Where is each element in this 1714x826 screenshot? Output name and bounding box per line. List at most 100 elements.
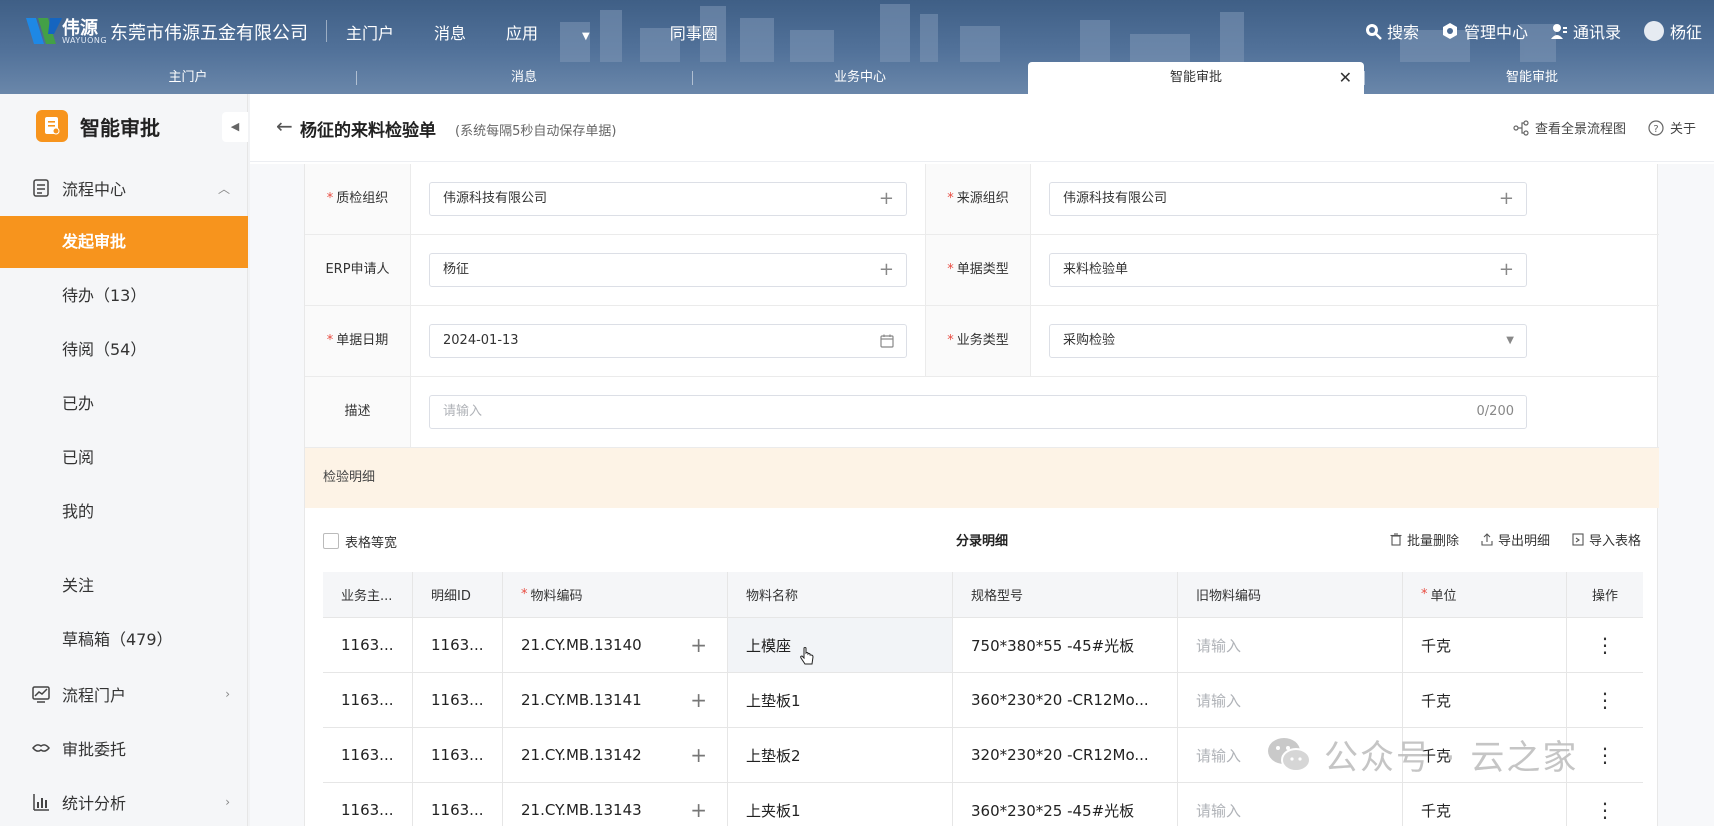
cell-id[interactable]: 1163... [413, 728, 503, 782]
plus-icon[interactable]: + [1499, 254, 1514, 286]
user-menu[interactable]: 杨征 [1643, 19, 1702, 43]
flow-chart-icon [1513, 119, 1529, 136]
form-row: * 质检组织 伟源科技有限公司 + * 来源组织 伟源科技有限公司 + [305, 164, 1659, 235]
sidebar-item-todo[interactable]: 待办（13） [0, 270, 248, 322]
calendar-icon[interactable] [880, 334, 894, 348]
cell-biz[interactable]: 1163... [323, 673, 413, 727]
cell-material-code[interactable]: 21.CY.MB.13142 + [503, 728, 728, 782]
cell-old-code-input[interactable]: 请输入 [1178, 618, 1403, 672]
plus-icon[interactable]: + [690, 743, 707, 767]
export-detail-button[interactable]: 导出明细 [1481, 530, 1550, 549]
cell-id[interactable]: 1163... [413, 673, 503, 727]
sidebar-item-done[interactable]: 已办 [0, 378, 248, 430]
sidebar-header: 智能审批 [36, 110, 160, 142]
source-org-field[interactable]: 伟源科技有限公司 + [1049, 182, 1527, 216]
column-header[interactable]: * 单位 [1403, 572, 1567, 617]
cell-old-code-input[interactable]: 请输入 [1178, 673, 1403, 727]
quality-org-field[interactable]: 伟源科技有限公司 + [429, 182, 907, 216]
description-label: 描述 [305, 377, 411, 447]
nav-home[interactable]: 主门户 [346, 20, 394, 44]
column-header[interactable]: 业务主... [323, 572, 413, 617]
company-name[interactable]: 东莞市伟源五金有限公司 [110, 19, 308, 45]
plus-icon[interactable]: + [1499, 183, 1514, 215]
column-header[interactable]: * 物料编码 [503, 572, 728, 617]
cell-material-name[interactable]: 上夹板1 [728, 783, 953, 826]
cell-material-code[interactable]: 21.CY.MB.13143 + [503, 783, 728, 826]
about-label: 关于 [1669, 122, 1696, 137]
more-vertical-icon[interactable]: ⋮ [1567, 673, 1643, 727]
close-icon[interactable]: ✕ [1339, 62, 1352, 94]
sidebar-item-start-approval[interactable]: 发起审批 [0, 216, 248, 268]
cell-id[interactable]: 1163... [413, 618, 503, 672]
cell-spec[interactable]: 360*230*25 -45#光板 [953, 783, 1178, 826]
cell-id[interactable]: 1163... [413, 783, 503, 826]
sidebar-title: 智能审批 [80, 115, 160, 140]
erp-applicant-field[interactable]: 杨征 + [429, 253, 907, 287]
nav-messages[interactable]: 消息 [434, 20, 466, 44]
cell-unit[interactable]: 千克 [1403, 783, 1567, 826]
plus-icon[interactable]: + [690, 688, 707, 712]
cell-text: 21.CY.MB.13140 [521, 636, 642, 654]
more-vertical-icon[interactable]: ⋮ [1567, 618, 1643, 672]
sidebar-item-drafts[interactable]: 草稿箱（479） [0, 614, 248, 666]
doc-type-field[interactable]: 来料检验单 + [1049, 253, 1527, 287]
column-header[interactable]: 规格型号 [953, 572, 1178, 617]
tab-smart-approval-active[interactable]: 智能审批 ✕ [1028, 62, 1364, 94]
cell-unit[interactable]: 千克 [1403, 618, 1567, 672]
plus-icon[interactable]: + [879, 183, 894, 215]
tab-home[interactable]: 主门户 [20, 62, 356, 94]
cell-biz[interactable]: 1163... [323, 618, 413, 672]
cell-spec[interactable]: 320*230*20 -CR12Mo... [953, 728, 1178, 782]
cell-unit[interactable]: 千克 [1403, 673, 1567, 727]
tab-business-center[interactable]: 业务中心 [692, 62, 1028, 94]
batch-delete-button[interactable]: 批量删除 [1390, 530, 1459, 549]
description-input[interactable]: 请输入 0/200 [429, 395, 1527, 429]
bar-chart-icon [33, 794, 49, 811]
sidebar-item-follow[interactable]: 关注 [0, 560, 248, 612]
contacts-button[interactable]: 通讯录 [1550, 19, 1621, 43]
plus-icon[interactable]: + [690, 798, 707, 822]
cell-spec[interactable]: 750*380*55 -45#光板 [953, 618, 1178, 672]
sidebar-group-stats[interactable]: 统计分析 › [0, 782, 248, 822]
batch-delete-label: 批量删除 [1406, 534, 1459, 549]
nav-colleagues[interactable]: 同事圈 [670, 20, 718, 44]
sidebar-group-delegate[interactable]: 审批委托 [0, 728, 248, 768]
sidebar-group-process-center[interactable]: 流程中心 ︿ [0, 168, 248, 208]
cell-material-code[interactable]: 21.CY.MB.13141 + [503, 673, 728, 727]
main-panel: ← 杨征的来料检验单 (系统每隔5秒自动保存单据) 查看全景流程图 ? 关于 *… [250, 94, 1714, 826]
cell-spec[interactable]: 360*230*20 -CR12Mo... [953, 673, 1178, 727]
back-arrow-icon[interactable]: ← [276, 114, 293, 138]
import-table-button[interactable]: 导入表格 [1572, 530, 1641, 549]
cell-material-name[interactable]: 上模座 [728, 618, 953, 672]
sidebar-item-read[interactable]: 已阅 [0, 432, 248, 484]
page-title: 杨征的来料检验单 [300, 121, 436, 141]
cell-biz[interactable]: 1163... [323, 783, 413, 826]
sidebar-group-label: 统计分析 [62, 794, 127, 813]
cell-material-name[interactable]: 上垫板2 [728, 728, 953, 782]
column-header[interactable]: 明细ID [413, 572, 503, 617]
column-header[interactable]: 旧物料编码 [1178, 572, 1403, 617]
sidebar-item-to-read[interactable]: 待阅（54） [0, 324, 248, 376]
sidebar-item-mine[interactable]: 我的 [0, 486, 248, 538]
column-header[interactable]: 物料名称 [728, 572, 953, 617]
caret-down-icon: ▼ [1506, 335, 1514, 346]
tab-smart-approval[interactable]: 智能审批 [1364, 62, 1700, 94]
sidebar-group-process-portal[interactable]: 流程门户 › [0, 674, 248, 714]
biz-type-select[interactable]: 采购检验 ▼ [1049, 324, 1527, 358]
collapse-sidebar-icon[interactable]: ◀ [222, 112, 248, 142]
cell-material-name[interactable]: 上垫板1 [728, 673, 953, 727]
plus-icon[interactable]: + [879, 254, 894, 286]
plus-icon[interactable]: + [690, 633, 707, 657]
about-button[interactable]: ? 关于 [1648, 118, 1696, 137]
doc-date-field[interactable]: 2024-01-13 [429, 324, 907, 358]
cell-biz[interactable]: 1163... [323, 728, 413, 782]
admin-center-button[interactable]: 管理中心 [1441, 19, 1528, 43]
tab-messages[interactable]: 消息 [356, 62, 692, 94]
cell-old-code-input[interactable]: 请输入 [1178, 783, 1403, 826]
nav-apps[interactable]: 应用 ▼ [506, 20, 630, 44]
view-flow-chart-button[interactable]: 查看全景流程图 [1513, 118, 1626, 137]
cell-material-code[interactable]: 21.CY.MB.13140 + [503, 618, 728, 672]
search-button[interactable]: 搜索 [1364, 19, 1419, 43]
more-vertical-icon[interactable]: ⋮ [1567, 783, 1643, 826]
field-placeholder: 请输入 [443, 404, 483, 419]
